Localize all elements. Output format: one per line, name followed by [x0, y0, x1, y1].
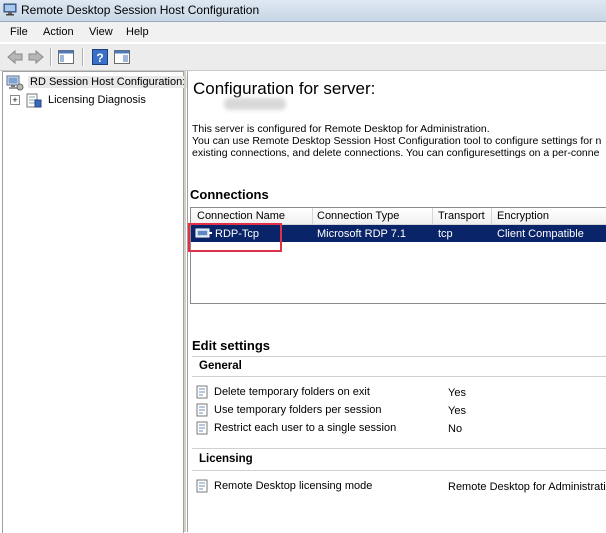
result-pane: Configuration for server: This server is… [187, 71, 606, 532]
tree-expander[interactable]: + [10, 95, 20, 105]
tree-child-label: Licensing Diagnosis [48, 94, 146, 106]
menu-help[interactable]: Help [126, 26, 149, 38]
back-arrow-icon[interactable] [6, 48, 24, 66]
column-divider[interactable] [432, 208, 433, 224]
window-title: Remote Desktop Session Host Configuratio… [21, 3, 260, 17]
title-bar: Remote Desktop Session Host Configuratio… [0, 0, 606, 22]
setting-label: Restrict each user to a single session [214, 422, 397, 434]
page-title: Configuration for server: [193, 79, 376, 98]
connection-transport: tcp [438, 228, 453, 240]
column-header-connection-type[interactable]: Connection Type [317, 210, 399, 222]
description-line: existing connections, and delete connect… [192, 147, 600, 159]
connection-type: Microsoft RDP 7.1 [317, 228, 407, 240]
highlight-annotation [188, 223, 282, 252]
licensing-heading: Licensing [199, 453, 253, 465]
svg-text:?: ? [96, 51, 103, 65]
setting-label: Remote Desktop licensing mode [214, 480, 373, 492]
licensing-diagnosis-icon [26, 93, 42, 108]
connections-list[interactable]: Connection Name Connection Type Transpor… [190, 207, 606, 304]
show-action-pane-icon[interactable] [113, 48, 131, 66]
tree-root-label: RD Session Host Configuration: [28, 76, 188, 88]
connection-encryption: Client Compatible [497, 228, 584, 240]
description-line: You can use Remote Desktop Session Host … [192, 135, 602, 147]
menu-bar: File Action View Help [0, 22, 606, 42]
column-header-encryption[interactable]: Encryption [497, 210, 549, 222]
properties-icon [196, 403, 208, 417]
pane-splitter[interactable] [184, 71, 186, 532]
column-divider[interactable] [491, 208, 492, 224]
setting-value: Remote Desktop for Administration [448, 481, 606, 493]
connections-heading: Connections [190, 187, 269, 202]
console-tree: RD Session Host Configuration: + Licensi… [2, 71, 188, 533]
server-name-redacted [224, 98, 286, 110]
properties-icon [196, 385, 208, 399]
toolbar-separator [82, 48, 84, 66]
setting-value: Yes [448, 405, 466, 417]
help-icon[interactable]: ? [91, 48, 109, 66]
group-divider [192, 448, 606, 449]
description-line: This server is configured for Remote Des… [192, 123, 490, 135]
menu-view[interactable]: View [89, 26, 113, 38]
remote-desktop-app-icon [3, 3, 17, 16]
properties-icon [196, 479, 208, 493]
menu-action[interactable]: Action [43, 26, 74, 38]
setting-label: Delete temporary folders on exit [214, 386, 370, 398]
menu-file[interactable]: File [10, 26, 28, 38]
toolbar: ? [0, 43, 606, 71]
setting-label: Use temporary folders per session [214, 404, 382, 416]
general-heading: General [199, 360, 242, 372]
column-header-connection-name[interactable]: Connection Name [197, 210, 285, 222]
show-hide-console-tree-icon[interactable] [57, 48, 75, 66]
forward-arrow-icon[interactable] [27, 48, 45, 66]
group-divider [192, 376, 606, 377]
column-divider[interactable] [312, 208, 313, 224]
group-divider [192, 356, 606, 357]
setting-value: No [448, 423, 463, 435]
setting-value: Yes [448, 387, 466, 399]
group-divider [192, 470, 606, 471]
server-computer-icon [6, 75, 24, 91]
properties-icon [196, 421, 208, 435]
edit-settings-heading: Edit settings [192, 338, 271, 353]
toolbar-separator [50, 48, 52, 66]
description-text: This server is configured for Remote Des… [192, 123, 601, 159]
column-header-transport[interactable]: Transport [438, 210, 485, 222]
